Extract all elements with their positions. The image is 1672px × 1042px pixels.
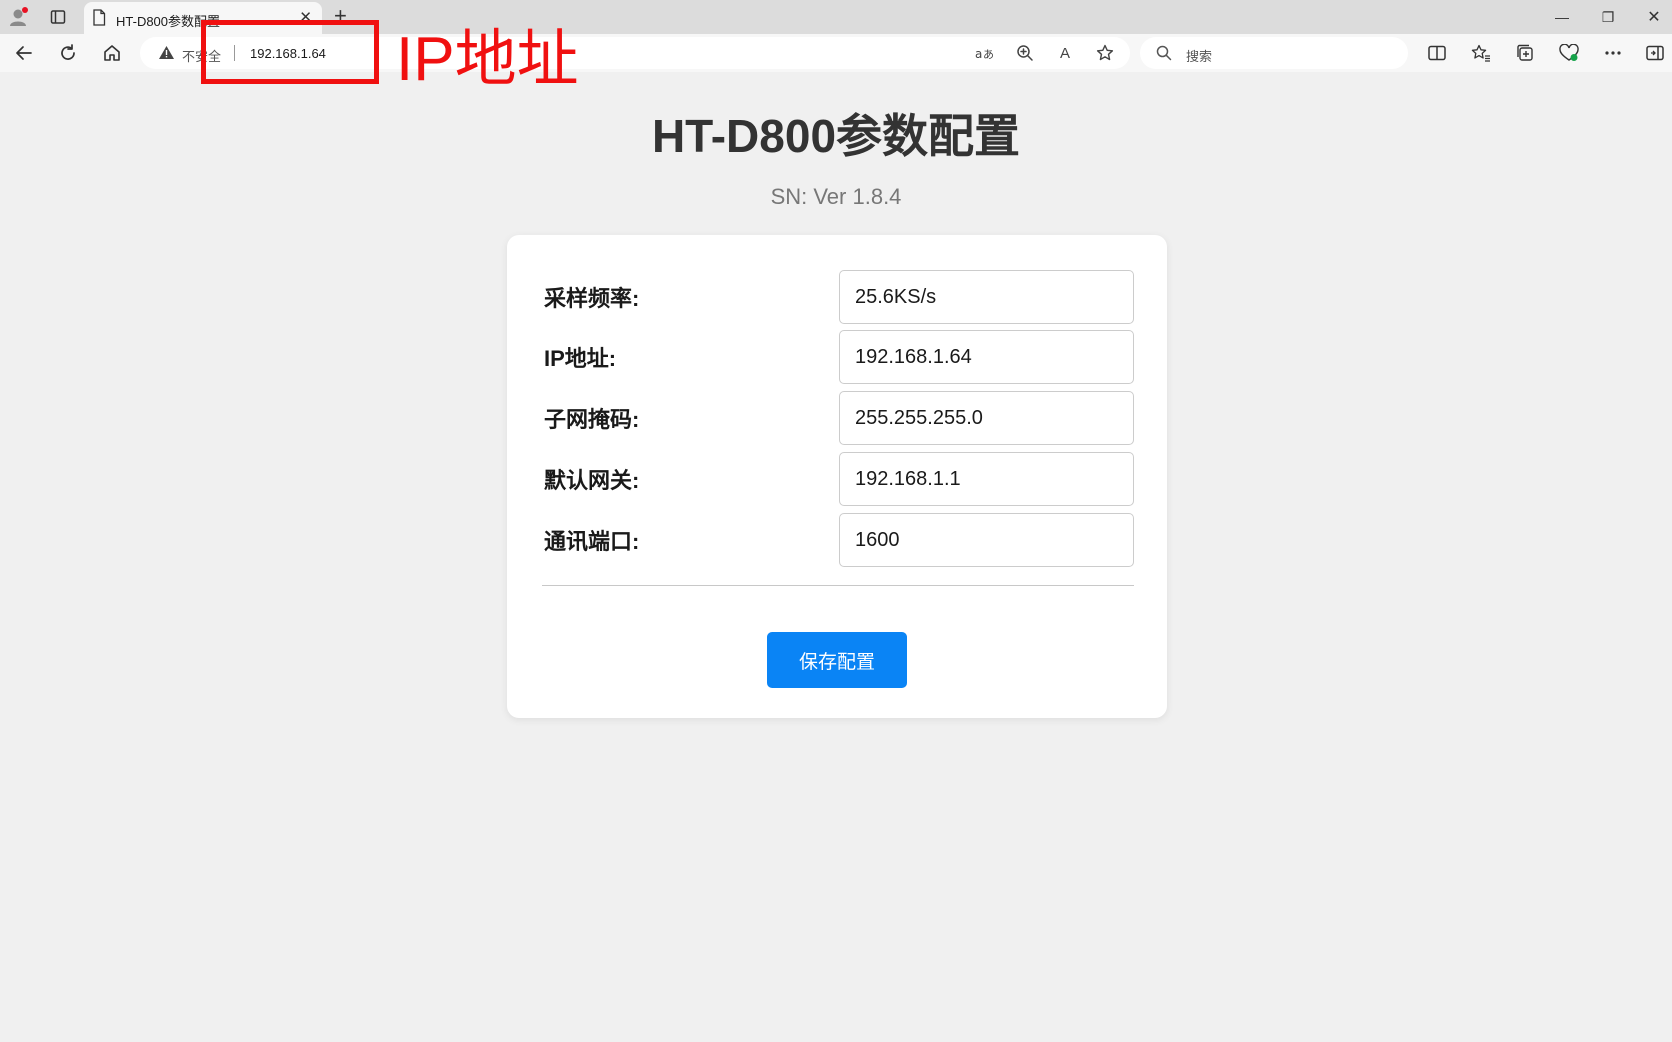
subnet-mask-label: 子网掩码:	[544, 407, 640, 432]
close-window-button[interactable]: ✕	[1642, 6, 1666, 28]
annotation-highlight-box	[201, 20, 379, 84]
page-icon	[92, 9, 106, 31]
svg-text:あ: あ	[983, 48, 994, 61]
port-input[interactable]	[839, 513, 1134, 567]
config-card: 采样频率: IP地址: 子网掩码: 默认网关: 通讯端口: 保存配置	[507, 235, 1167, 718]
sample-rate-label: 采样频率:	[544, 286, 640, 311]
gateway-input[interactable]	[839, 452, 1134, 506]
sample-rate-input[interactable]	[839, 270, 1134, 324]
minimize-button[interactable]: —	[1550, 6, 1574, 28]
tab-actions-icon[interactable]	[46, 6, 70, 28]
gateway-label: 默认网关:	[544, 468, 640, 493]
refresh-icon[interactable]	[55, 41, 81, 65]
read-aloud-icon[interactable]: A	[1054, 43, 1076, 63]
browser-essentials-icon[interactable]	[1557, 42, 1581, 64]
restore-button[interactable]: ❐	[1596, 6, 1620, 28]
page-title: HT-D800参数配置	[651, 110, 1021, 162]
favorite-star-icon[interactable]	[1094, 43, 1116, 63]
search-icon	[1156, 45, 1172, 66]
zoom-icon[interactable]	[1014, 43, 1036, 63]
back-icon[interactable]	[11, 41, 37, 65]
form-row-ip-address: IP地址:	[544, 330, 1134, 384]
subnet-mask-input[interactable]	[839, 391, 1134, 445]
form-row-port: 通讯端口:	[544, 513, 1134, 567]
form-row-gateway: 默认网关:	[544, 452, 1134, 506]
save-config-button[interactable]: 保存配置	[767, 632, 907, 688]
form-row-sample-rate: 采样频率:	[544, 270, 1134, 324]
ip-address-label: IP地址:	[544, 346, 617, 371]
warning-icon[interactable]	[158, 45, 175, 65]
search-placeholder: 搜索	[1186, 49, 1213, 64]
translate-icon[interactable]: aあ	[974, 43, 996, 63]
split-screen-icon[interactable]	[1425, 42, 1449, 64]
home-icon[interactable]	[99, 41, 125, 65]
sidebar-toggle-icon[interactable]	[1643, 42, 1667, 64]
favorites-icon[interactable]	[1469, 42, 1493, 64]
search-box[interactable]: 搜索	[1140, 37, 1408, 69]
form-row-subnet-mask: 子网掩码:	[544, 391, 1134, 445]
annotation-label: IP地址	[396, 25, 579, 94]
port-label: 通讯端口:	[544, 529, 640, 554]
form-divider	[542, 585, 1134, 586]
svg-text:a: a	[975, 47, 982, 61]
profile-icon[interactable]	[7, 6, 31, 28]
ip-address-input[interactable]	[839, 330, 1134, 384]
collections-icon[interactable]	[1513, 42, 1537, 64]
page-subtitle: SN: Ver 1.8.4	[770, 184, 902, 209]
more-menu-icon[interactable]	[1601, 42, 1625, 64]
